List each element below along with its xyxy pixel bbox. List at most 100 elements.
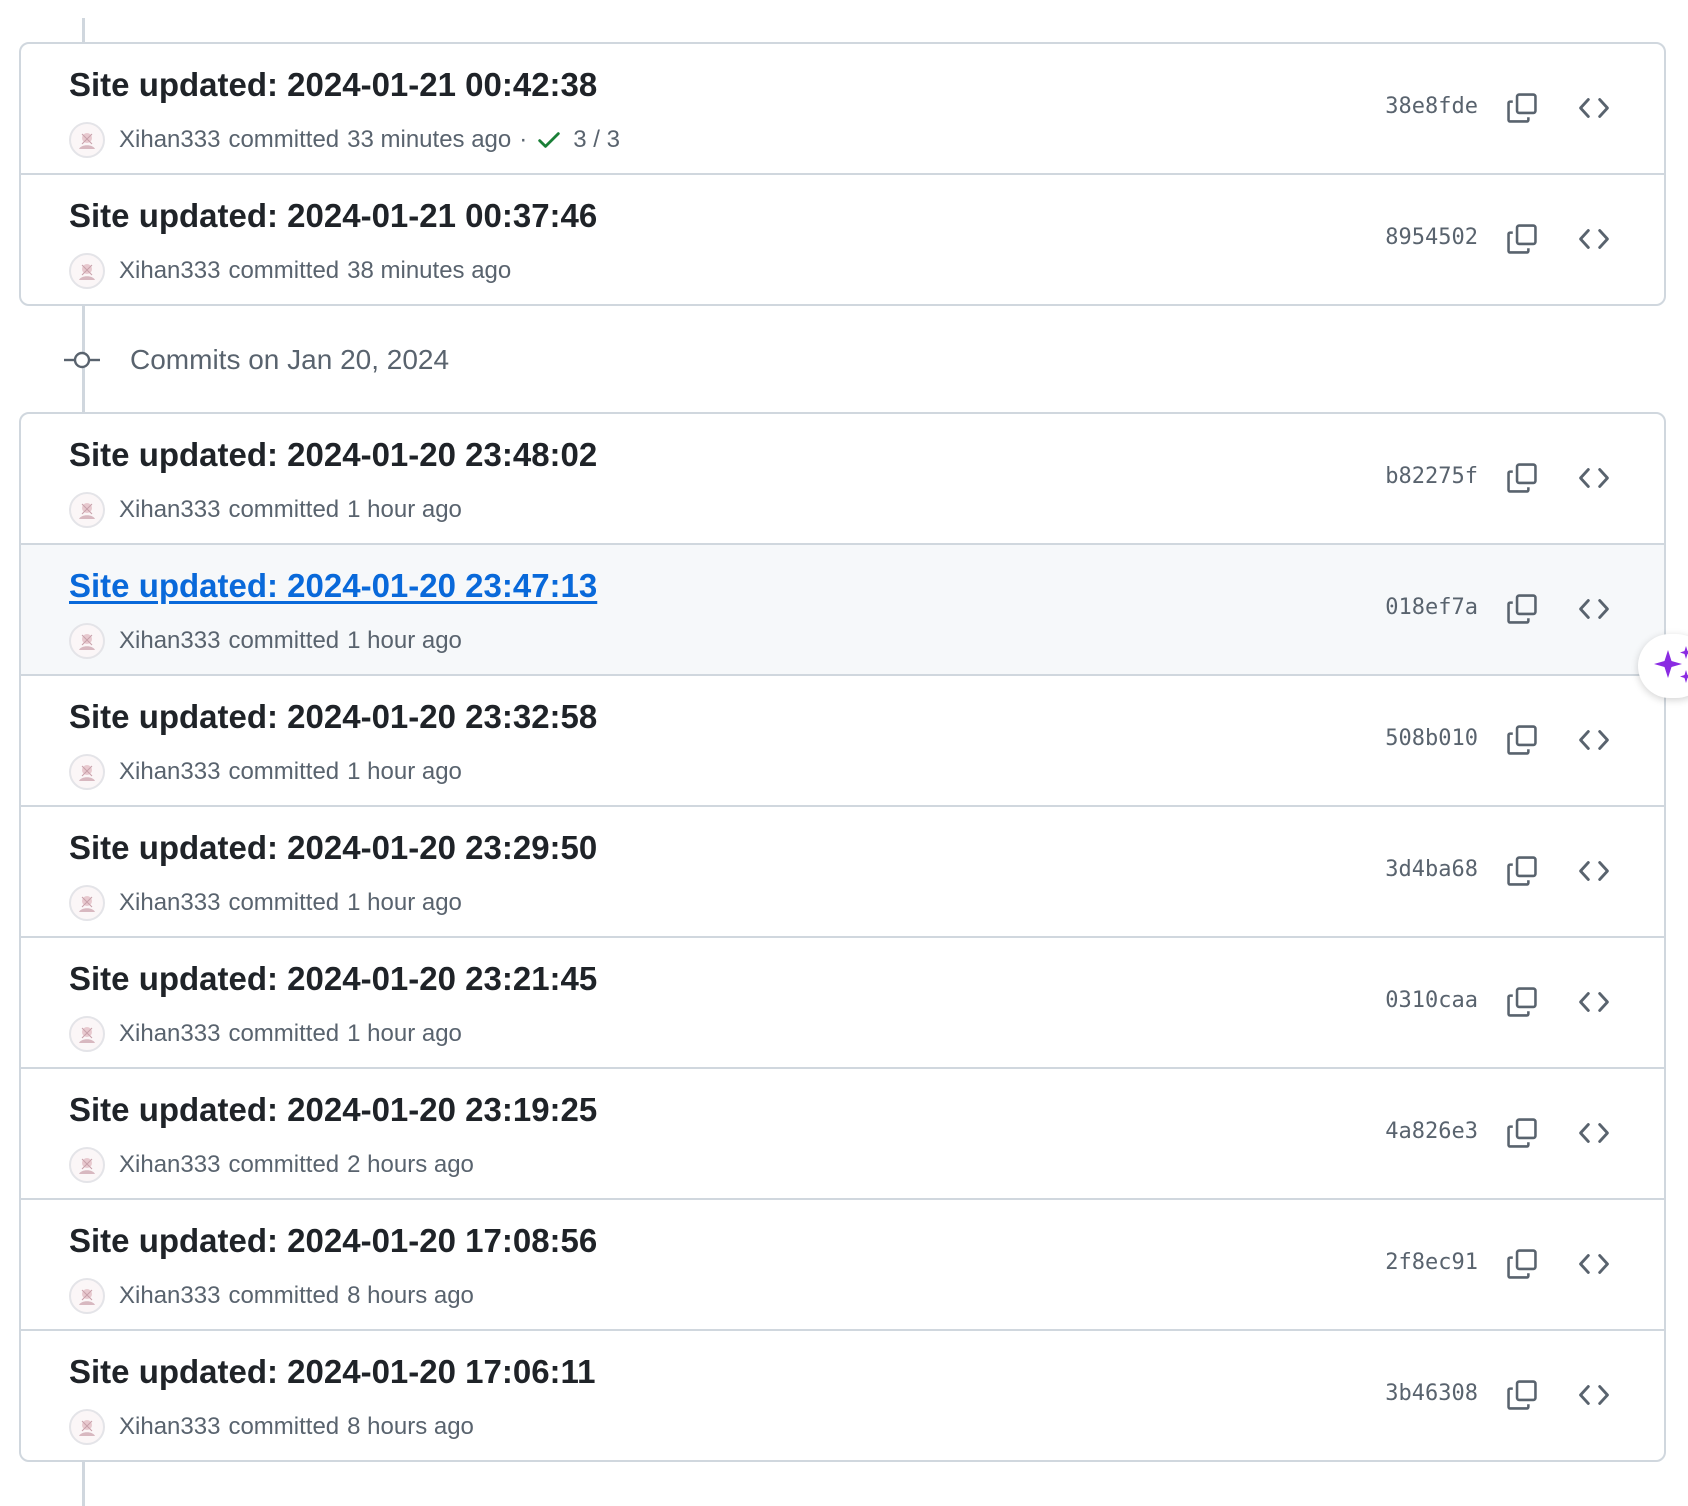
browse-files-button[interactable] [1570, 718, 1618, 762]
commit-sha[interactable]: 0310caa [1385, 988, 1478, 1013]
browse-files-button[interactable] [1570, 1242, 1618, 1286]
commit-author[interactable]: Xihan333 [119, 126, 220, 154]
avatar[interactable] [69, 1016, 105, 1052]
commit-sha[interactable]: 38e8fde [1385, 94, 1478, 119]
commit-meta: Xihan333 committed 8 hours ago [69, 1409, 474, 1445]
commit-sha[interactable]: 3d4ba68 [1385, 857, 1478, 882]
check-icon[interactable] [535, 126, 563, 154]
avatar[interactable] [69, 1278, 105, 1314]
commit-author[interactable]: Xihan333 [119, 1020, 220, 1048]
copy-sha-button[interactable] [1498, 217, 1546, 261]
commit-time: 1 hour ago [347, 627, 462, 654]
commit-title-link[interactable]: Site updated: 2024-01-21 00:42:38 [69, 66, 597, 104]
commit-sha[interactable]: b82275f [1385, 464, 1478, 489]
commit-title-link[interactable]: Site updated: 2024-01-20 23:19:25 [69, 1091, 597, 1129]
commit-meta: Xihan333 committed 1 hour ago [69, 492, 462, 528]
commit-action: committed [228, 1020, 340, 1047]
commit-author[interactable]: Xihan333 [119, 1151, 220, 1179]
commit-sha[interactable]: 2f8ec91 [1385, 1250, 1478, 1275]
copy-sha-button[interactable] [1498, 1373, 1546, 1417]
copy-sha-button[interactable] [1498, 587, 1546, 631]
avatar[interactable] [69, 122, 105, 158]
commit-time: 2 hours ago [347, 1151, 474, 1178]
commit-row: Site updated: 2024-01-20 23:21:45 Xihan3… [21, 936, 1664, 1067]
avatar[interactable] [69, 1147, 105, 1183]
copy-sha-button[interactable] [1498, 1111, 1546, 1155]
commit-row: Site updated: 2024-01-20 23:19:25 Xihan3… [21, 1067, 1664, 1198]
commit-time: 1 hour ago [347, 889, 462, 916]
copy-icon [1507, 856, 1537, 886]
avatar[interactable] [69, 885, 105, 921]
commit-title-link[interactable]: Site updated: 2024-01-20 23:21:45 [69, 960, 597, 998]
commit-author[interactable]: Xihan333 [119, 758, 220, 786]
commit-title-link[interactable]: Site updated: 2024-01-20 23:32:58 [69, 698, 597, 736]
browse-files-button[interactable] [1570, 217, 1618, 261]
browse-files-button[interactable] [1570, 456, 1618, 500]
commit-row: Site updated: 2024-01-21 00:37:46 Xihan3… [21, 173, 1664, 304]
commit-sha[interactable]: 018ef7a [1385, 595, 1478, 620]
browse-files-button[interactable] [1570, 587, 1618, 631]
copy-icon [1507, 93, 1537, 123]
commit-time: 1 hour ago [347, 758, 462, 785]
copy-sha-button[interactable] [1498, 456, 1546, 500]
browse-files-button[interactable] [1570, 86, 1618, 130]
commit-sha[interactable]: 508b010 [1385, 726, 1478, 751]
commit-title-link[interactable]: Site updated: 2024-01-20 23:47:13 [69, 567, 597, 605]
git-commit-icon [64, 348, 102, 372]
code-brackets-icon [1579, 992, 1609, 1012]
copy-icon [1507, 594, 1537, 624]
commit-author[interactable]: Xihan333 [119, 496, 220, 524]
copy-sha-button[interactable] [1498, 86, 1546, 130]
timeline-line-bottom [82, 1460, 85, 1506]
commit-title-link[interactable]: Site updated: 2024-01-21 00:37:46 [69, 197, 597, 235]
commits-date-header: Commits on Jan 20, 2024 [64, 340, 449, 380]
commit-time: 33 minutes ago [347, 126, 512, 153]
avatar[interactable] [69, 754, 105, 790]
copy-sha-button[interactable] [1498, 1242, 1546, 1286]
copy-icon [1507, 725, 1537, 755]
timeline-line-top [82, 18, 85, 43]
commit-title-link[interactable]: Site updated: 2024-01-20 17:06:11 [69, 1353, 595, 1391]
avatar[interactable] [69, 253, 105, 289]
date-label: Commits on Jan 20, 2024 [130, 344, 450, 375]
commit-group-jan-20: Site updated: 2024-01-20 23:48:02 Xihan3… [19, 412, 1666, 1462]
commit-meta: Xihan333 committed 1 hour ago [69, 885, 462, 921]
commit-action: committed [228, 758, 340, 785]
commit-title-link[interactable]: Site updated: 2024-01-20 17:08:56 [69, 1222, 597, 1260]
commit-author[interactable]: Xihan333 [119, 889, 220, 917]
copy-icon [1507, 224, 1537, 254]
copy-sha-button[interactable] [1498, 718, 1546, 762]
avatar[interactable] [69, 492, 105, 528]
commit-action: committed [228, 257, 340, 284]
commit-action: committed [228, 496, 340, 523]
copy-icon [1507, 987, 1537, 1017]
commit-action: committed [228, 1282, 340, 1309]
commit-sha[interactable]: 3b46308 [1385, 1381, 1478, 1406]
commit-author[interactable]: Xihan333 [119, 257, 220, 285]
browse-files-button[interactable] [1570, 980, 1618, 1024]
commit-sha[interactable]: 4a826e3 [1385, 1119, 1478, 1144]
commit-author[interactable]: Xihan333 [119, 1282, 220, 1310]
commit-title-link[interactable]: Site updated: 2024-01-20 23:48:02 [69, 436, 597, 474]
avatar[interactable] [69, 623, 105, 659]
code-brackets-icon [1579, 229, 1609, 249]
commit-sha[interactable]: 8954502 [1385, 225, 1478, 250]
browse-files-button[interactable] [1570, 1111, 1618, 1155]
commit-time: 1 hour ago [347, 496, 462, 523]
copy-icon [1507, 463, 1537, 493]
copy-sha-button[interactable] [1498, 849, 1546, 893]
commit-meta: Xihan333 committed 8 hours ago [69, 1278, 474, 1314]
commit-author[interactable]: Xihan333 [119, 1413, 220, 1441]
commit-author[interactable]: Xihan333 [119, 627, 220, 655]
checks-status[interactable]: 3 / 3 [573, 126, 620, 154]
commit-action: committed [228, 126, 340, 153]
commit-title-link[interactable]: Site updated: 2024-01-20 23:29:50 [69, 829, 597, 867]
copy-icon [1507, 1249, 1537, 1279]
commit-group-jan-21: Site updated: 2024-01-21 00:42:38 Xihan3… [19, 42, 1666, 306]
browse-files-button[interactable] [1570, 1373, 1618, 1417]
commit-time: 38 minutes ago [347, 257, 512, 284]
copy-sha-button[interactable] [1498, 980, 1546, 1024]
browse-files-button[interactable] [1570, 849, 1618, 893]
avatar[interactable] [69, 1409, 105, 1445]
commit-meta: Xihan333 committed 1 hour ago [69, 1016, 462, 1052]
